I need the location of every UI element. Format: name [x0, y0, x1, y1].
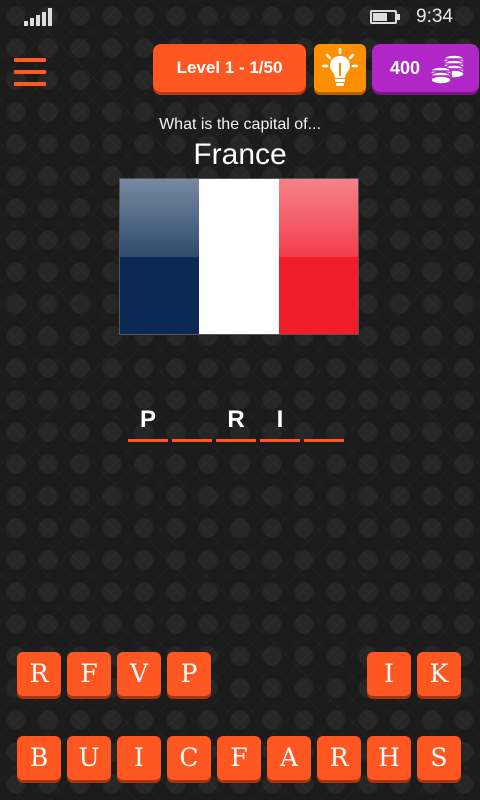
hamburger-menu-icon[interactable]: [14, 58, 46, 86]
flag-image: [119, 178, 359, 335]
coins-count: 400: [390, 57, 421, 78]
letter-key[interactable]: U: [67, 736, 111, 780]
level-button[interactable]: Level 1 - 1/50: [153, 44, 306, 92]
letter-key[interactable]: P: [167, 652, 211, 696]
country-name: France: [193, 138, 287, 171]
flag-band-blue: [120, 179, 200, 334]
letter-key[interactable]: R: [17, 652, 61, 696]
answer-slot[interactable]: R: [216, 404, 256, 442]
letter-key[interactable]: K: [417, 652, 461, 696]
letter-key[interactable]: A: [267, 736, 311, 780]
flag-band-white: [199, 179, 279, 334]
hint-button[interactable]: [314, 44, 366, 92]
answer-slot[interactable]: [172, 404, 212, 442]
battery-charging-icon: [370, 10, 402, 24]
letter-key[interactable]: F: [217, 736, 261, 780]
answer-slot[interactable]: P: [128, 404, 168, 442]
letter-key[interactable]: H: [367, 736, 411, 780]
letter-key[interactable]: S: [417, 736, 461, 780]
clock: 9:34: [416, 6, 453, 27]
coins-button[interactable]: 400: [372, 44, 479, 92]
signal-bars-icon: [24, 8, 54, 26]
coin-stack-icon: [430, 54, 465, 85]
letter-key[interactable]: F: [67, 652, 111, 696]
status-bar: 9:34: [0, 0, 480, 34]
letter-key[interactable]: R: [317, 736, 361, 780]
letter-key[interactable]: I: [367, 652, 411, 696]
letter-key[interactable]: B: [17, 736, 61, 780]
answer-slot[interactable]: [304, 404, 344, 442]
answer-slot[interactable]: I: [260, 404, 300, 442]
question-prompt: What is the capital of...: [159, 116, 321, 133]
letter-key[interactable]: C: [167, 736, 211, 780]
lightbulb-icon: [322, 48, 358, 86]
letter-key[interactable]: V: [117, 652, 161, 696]
letter-key[interactable]: I: [117, 736, 161, 780]
answer-slots: P R I: [126, 404, 346, 442]
level-label: Level 1 - 1/50: [176, 58, 283, 77]
flag-band-red: [278, 179, 358, 334]
